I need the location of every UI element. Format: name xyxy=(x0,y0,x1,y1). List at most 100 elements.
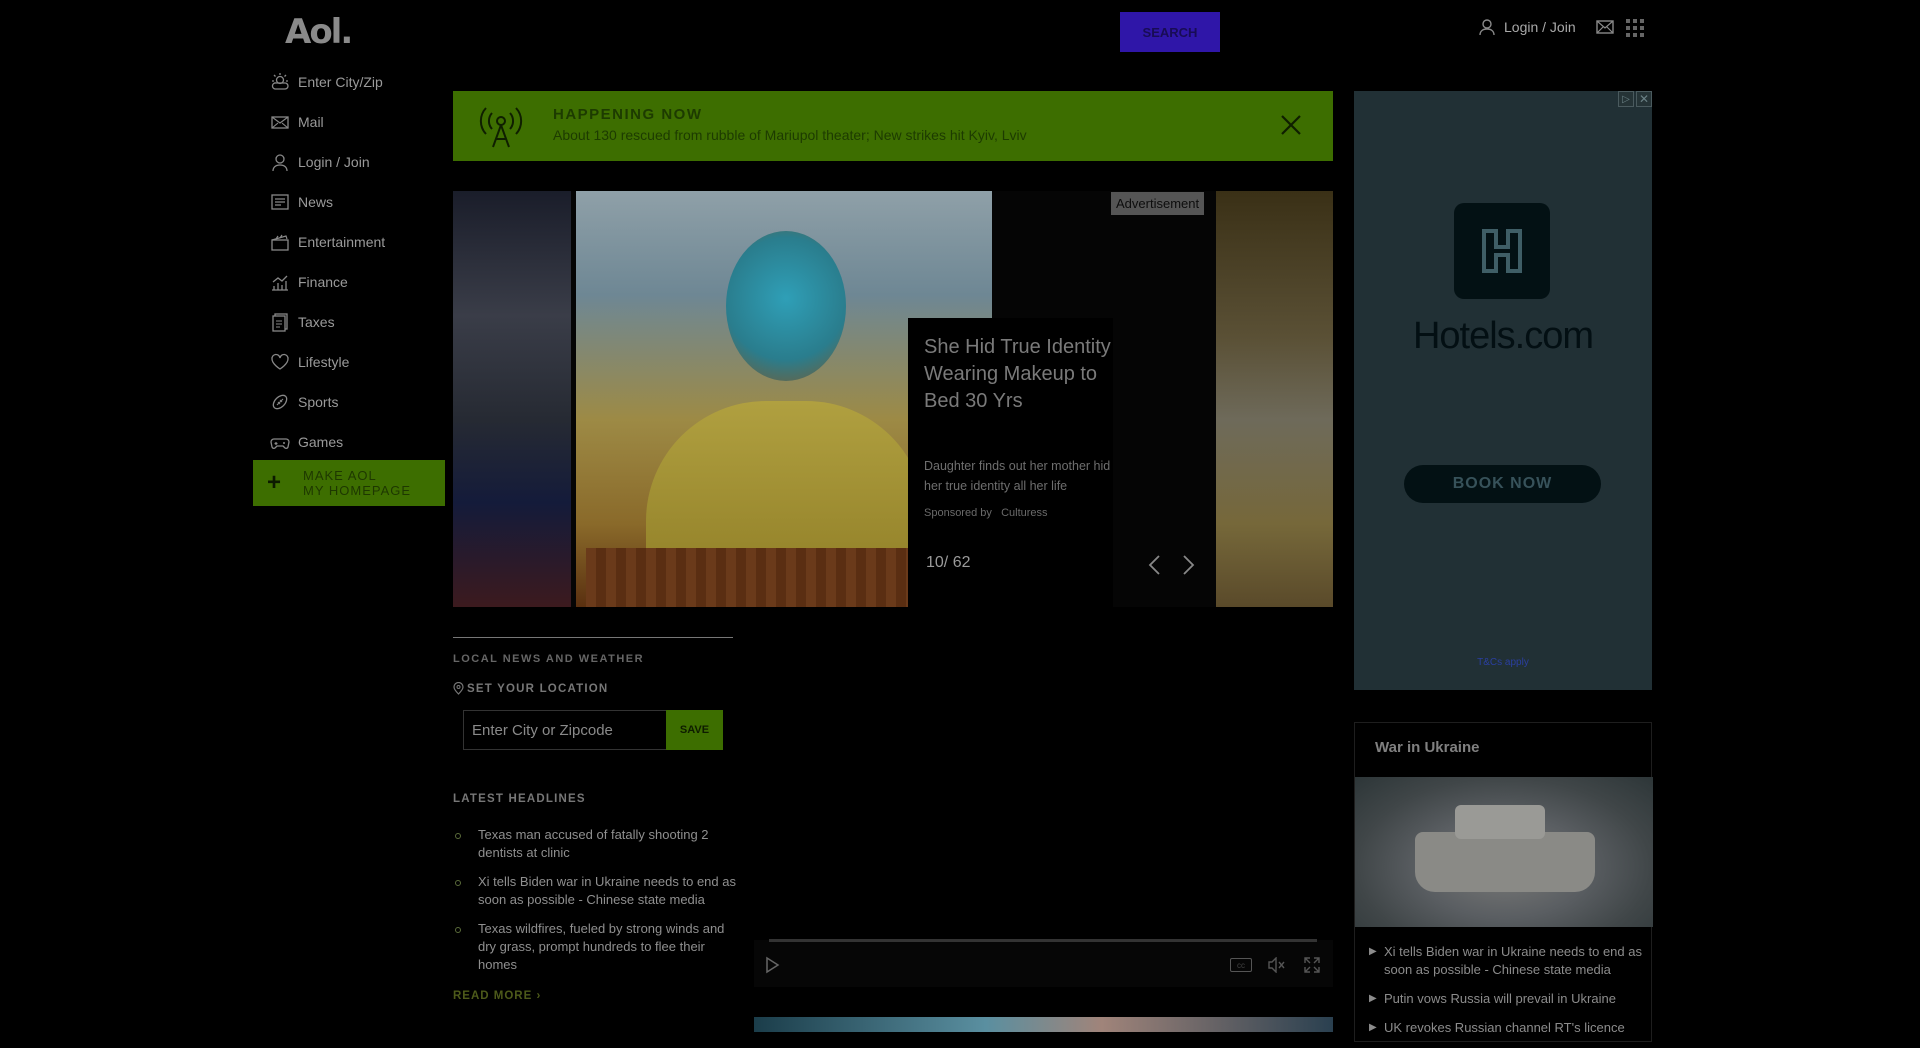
header-login-label: Login / Join xyxy=(1504,19,1576,35)
tcs-link[interactable]: T&Cs apply xyxy=(1354,657,1652,668)
user-icon xyxy=(272,154,288,172)
happening-title: HAPPENING NOW xyxy=(553,106,703,123)
aol-logo[interactable]: Aol. xyxy=(285,12,353,52)
nav-label: Enter City/Zip xyxy=(298,74,383,90)
headline-item[interactable]: Xi tells Biden war in Ukraine needs to e… xyxy=(453,873,738,909)
slide-counter: 10/ 62 xyxy=(926,554,971,571)
headline-item[interactable]: Texas wildfires, fueled by strong winds … xyxy=(453,920,738,974)
nav-item-mail[interactable]: Mail xyxy=(270,102,440,142)
read-more-link[interactable]: READ MORE › xyxy=(453,990,541,1002)
gamepad-icon xyxy=(270,438,290,449)
chevron-left-icon[interactable] xyxy=(1147,554,1161,576)
close-icon[interactable] xyxy=(1279,113,1303,137)
nav-item-games[interactable]: Games xyxy=(270,422,440,462)
nav-item-finance[interactable]: Finance xyxy=(270,262,440,302)
module-title[interactable]: War in Ukraine xyxy=(1375,739,1479,756)
ad-close-icon[interactable]: ✕ xyxy=(1636,91,1652,107)
nav-label: Login / Join xyxy=(298,154,370,170)
weather-icon xyxy=(271,73,289,90)
location-pin-icon xyxy=(453,682,464,695)
user-icon xyxy=(1479,19,1495,36)
carousel-slide-next[interactable] xyxy=(1216,191,1333,607)
fullscreen-icon[interactable] xyxy=(1304,957,1320,973)
nav-label: News xyxy=(298,194,334,210)
nav-item-lifestyle[interactable]: Lifestyle xyxy=(270,342,440,382)
sponsor-name[interactable]: Culturess xyxy=(1001,507,1047,519)
header-mail-button[interactable] xyxy=(1596,20,1614,39)
local-news-heading: LOCAL NEWS AND WEATHER xyxy=(453,653,645,665)
war-in-ukraine-module: War in Ukraine Xi tells Biden war in Ukr… xyxy=(1354,722,1653,1042)
nav-label: Lifestyle xyxy=(298,354,350,370)
chevron-right-icon[interactable] xyxy=(1182,554,1196,576)
ukraine-headline[interactable]: Putin vows Russia will prevail in Ukrain… xyxy=(1369,990,1649,1008)
set-location-link[interactable]: SET YOUR LOCATION xyxy=(453,682,608,695)
apps-grid-icon[interactable] xyxy=(1626,19,1644,37)
hotels-brand: Hotels.com xyxy=(1412,315,1594,357)
set-location-label: SET YOUR LOCATION xyxy=(467,682,609,695)
book-now-button[interactable]: BOOK NOW xyxy=(1404,465,1601,503)
nav-label: Finance xyxy=(298,274,348,290)
closed-captions-button[interactable]: cc xyxy=(1230,958,1252,972)
mail-icon xyxy=(271,116,289,129)
search-button[interactable]: SEARCH xyxy=(1120,12,1220,52)
broadcast-icon xyxy=(479,107,523,148)
make-aol-homepage-button[interactable]: + MAKE AOL MY HOMEPAGE xyxy=(253,460,445,506)
nav-label: Taxes xyxy=(298,314,335,330)
nav-label: Mail xyxy=(298,114,324,130)
plus-icon: + xyxy=(267,469,283,496)
nav-item-sports[interactable]: Sports xyxy=(270,382,440,422)
news-carousel: She Hid True Identity Wearing Makeup to … xyxy=(453,191,1333,607)
adchoices-icon[interactable]: ▷ xyxy=(1618,91,1634,107)
make-home-line2: MY HOMEPAGE xyxy=(303,483,412,498)
sponsored-by-label: Sponsored by xyxy=(924,507,992,519)
nav-label: Sports xyxy=(298,394,339,410)
document-icon xyxy=(272,313,288,332)
video-progress-bar[interactable] xyxy=(769,939,1317,942)
make-home-text: MAKE AOL MY HOMEPAGE xyxy=(303,468,411,498)
save-location-button[interactable]: SAVE xyxy=(666,710,723,750)
video-player[interactable] xyxy=(754,637,1333,987)
mail-icon xyxy=(1596,20,1614,34)
nav-item-login[interactable]: Login / Join xyxy=(270,142,440,182)
tank-turret xyxy=(1455,805,1545,839)
headline-item[interactable]: Texas man accused of fatally shooting 2 … xyxy=(453,826,738,862)
latest-headlines-list: Texas man accused of fatally shooting 2 … xyxy=(453,826,738,985)
sponsored-title[interactable]: She Hid True Identity Wearing Makeup to … xyxy=(924,334,1114,415)
nav-item-news[interactable]: News xyxy=(270,182,440,222)
news-icon xyxy=(271,194,289,210)
mute-icon[interactable] xyxy=(1268,957,1286,973)
nav-item-weather[interactable]: Enter City/Zip xyxy=(270,62,440,102)
nav-label: Entertainment xyxy=(298,234,386,250)
podium xyxy=(586,548,916,607)
happening-headline[interactable]: About 130 rescued from rubble of Mariupo… xyxy=(553,127,1027,143)
happening-now-banner[interactable]: HAPPENING NOW About 130 rescued from rub… xyxy=(453,91,1333,161)
nav-item-taxes[interactable]: Taxes xyxy=(270,302,440,342)
clapper-icon xyxy=(271,234,289,251)
play-icon[interactable] xyxy=(764,956,780,974)
carousel-slide-prev[interactable] xyxy=(453,191,571,607)
hotels-ad[interactable] xyxy=(1354,91,1652,690)
ukraine-headlines: Xi tells Biden war in Ukraine needs to e… xyxy=(1369,943,1649,1048)
nav-label: Games xyxy=(298,434,344,450)
make-home-line1: MAKE AOL xyxy=(303,468,377,483)
football-icon xyxy=(272,394,288,410)
city-zip-input[interactable] xyxy=(463,710,667,750)
sponsored-by: Sponsored by Culturess xyxy=(924,507,1048,519)
latest-headlines-heading: LATEST HEADLINES xyxy=(453,793,586,805)
tank-photo[interactable] xyxy=(1355,777,1653,927)
speaker-face xyxy=(726,231,846,381)
chart-icon xyxy=(272,275,288,291)
nav-item-entertainment[interactable]: Entertainment xyxy=(270,222,440,262)
ukraine-headline[interactable]: Xi tells Biden war in Ukraine needs to e… xyxy=(1369,943,1649,979)
sponsored-description: Daughter finds out her mother hid her tr… xyxy=(924,459,1111,493)
hotels-logo-icon xyxy=(1454,203,1550,299)
divider xyxy=(453,637,733,638)
left-nav: Enter City/Zip Mail Login / Join News En… xyxy=(270,62,440,462)
heart-icon xyxy=(271,353,289,370)
tank-hull xyxy=(1415,832,1595,892)
ukraine-headline[interactable]: UK revokes Russian channel RT's licence xyxy=(1369,1019,1649,1037)
next-story-image[interactable] xyxy=(754,1017,1333,1032)
advertisement-label: Advertisement xyxy=(1111,192,1205,215)
sponsored-panel[interactable]: She Hid True Identity Wearing Makeup to … xyxy=(908,318,1113,607)
header-login-link[interactable]: Login / Join xyxy=(1478,18,1576,36)
